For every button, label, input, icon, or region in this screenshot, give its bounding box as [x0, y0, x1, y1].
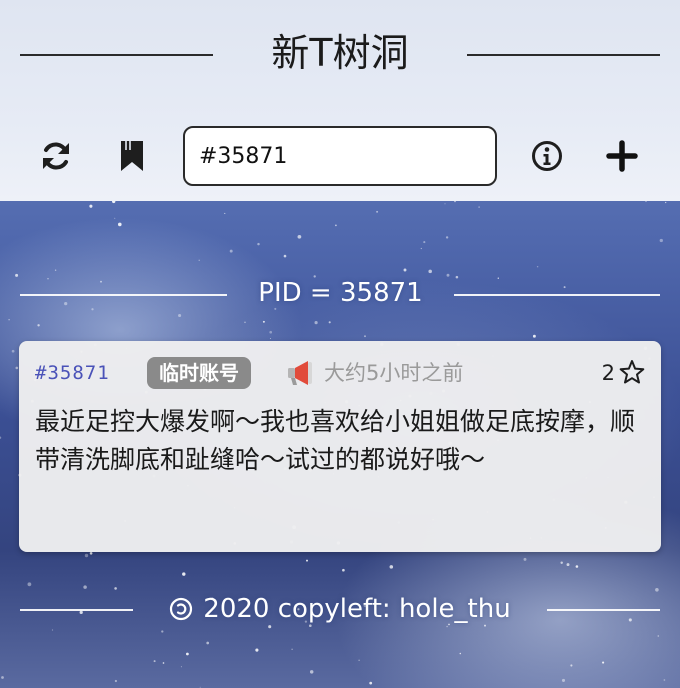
search-input[interactable]	[183, 126, 497, 186]
star-dot	[15, 366, 19, 370]
post-time-label: 大约5小时之前	[324, 361, 464, 385]
star-count: 2	[601, 361, 615, 385]
post-header: #35871 临时账号 大约5小时之前 2	[35, 355, 645, 389]
footer: 2020 copyleft: hole_thu	[0, 586, 680, 632]
star-dot	[89, 204, 93, 208]
star-dot	[306, 559, 308, 562]
star-dot	[570, 664, 573, 667]
star-dot	[657, 635, 660, 637]
star-dot	[566, 563, 570, 567]
star-dot	[229, 249, 233, 253]
star-dot	[444, 203, 446, 205]
star-dot	[478, 206, 480, 208]
star-dot	[291, 648, 293, 651]
star-dot	[445, 236, 449, 239]
star-dot	[244, 321, 246, 324]
star-dot	[560, 561, 563, 564]
title-divider-left	[20, 54, 213, 56]
star-dot	[89, 551, 93, 555]
star-dot	[369, 681, 373, 685]
star-dot	[423, 241, 426, 244]
star-dot	[314, 321, 318, 325]
star-dot	[561, 678, 566, 682]
footer-text-wrap: 2020 copyleft: hole_thu	[150, 586, 530, 632]
star-dot	[1, 676, 4, 679]
star-dot	[532, 334, 536, 338]
star-dot	[364, 335, 366, 338]
bookmark-icon	[121, 141, 143, 171]
star-dot	[536, 265, 539, 268]
star-dot	[257, 242, 260, 246]
star-dot	[114, 217, 116, 219]
star-dot	[659, 238, 663, 243]
post-card[interactable]: #35871 临时账号 大约5小时之前 2 最近足控大爆发啊～我也喜欢给小姐姐做…	[19, 341, 661, 552]
pid-label: PID = 35871	[258, 278, 423, 308]
title-divider-right	[467, 54, 660, 56]
footer-divider-right	[547, 609, 660, 611]
post-time: 大约5小时之前	[286, 357, 463, 389]
star-dot	[269, 330, 273, 334]
star-dot	[459, 652, 462, 655]
pid-divider-right	[454, 294, 660, 296]
temp-account-badge: 临时账号	[147, 357, 251, 389]
star-dot	[523, 557, 527, 561]
star-dot	[0, 436, 2, 439]
star-dot	[255, 648, 259, 652]
star-dot	[8, 319, 10, 321]
footer-text: 2020 copyleft: hole_thu	[203, 594, 511, 624]
pid-divider: PID = 35871	[0, 270, 680, 316]
post-content: 最近足控大爆发啊～我也喜欢给小姐姐做足底按摩，顺带清洗脚底和趾缝哈～试过的都说好…	[35, 407, 636, 474]
title-row: 新T树洞	[0, 25, 680, 81]
pid-divider-left	[20, 294, 227, 296]
star-dot	[328, 321, 331, 324]
star-dot	[37, 324, 40, 327]
star-dot	[575, 565, 579, 568]
star-dot	[342, 568, 345, 572]
post-id[interactable]: #35871	[35, 359, 110, 387]
star-dot	[206, 641, 210, 645]
star-dot	[84, 553, 89, 558]
star-dot	[180, 666, 182, 668]
star-icon[interactable]	[619, 359, 645, 385]
star-dot	[665, 201, 667, 204]
plus-icon	[606, 140, 638, 172]
star-dot	[376, 210, 379, 213]
app-header: 新T树洞	[0, 0, 680, 201]
star-dot	[198, 259, 200, 261]
info-icon	[532, 141, 562, 171]
star-dot	[283, 254, 287, 258]
star-dot	[358, 659, 360, 661]
star-dot	[262, 320, 265, 323]
star-dot	[269, 338, 271, 339]
add-post-button[interactable]	[600, 134, 644, 178]
star-dot	[663, 679, 666, 681]
bookmark-button[interactable]	[110, 134, 154, 178]
star-dot	[114, 679, 118, 683]
star-dot	[335, 224, 337, 227]
star-dot	[420, 247, 422, 250]
star-dot	[186, 652, 189, 656]
toolbar	[0, 126, 680, 186]
star-dot	[11, 349, 15, 353]
refresh-button[interactable]	[34, 134, 78, 178]
star-dot	[389, 565, 394, 569]
info-button[interactable]	[525, 134, 569, 178]
refresh-icon	[43, 142, 69, 170]
star-dot	[117, 222, 122, 227]
star-dot	[153, 660, 156, 663]
star-dot	[162, 662, 165, 664]
star-dot	[602, 661, 605, 664]
star-dot	[309, 670, 314, 674]
footer-divider-left	[20, 609, 133, 611]
app-title: 新T树洞	[271, 31, 409, 75]
star-dot	[297, 234, 302, 239]
megaphone-icon	[288, 361, 312, 385]
star-dot	[224, 212, 226, 214]
copyleft-icon	[170, 597, 193, 621]
star-dot	[182, 572, 186, 576]
